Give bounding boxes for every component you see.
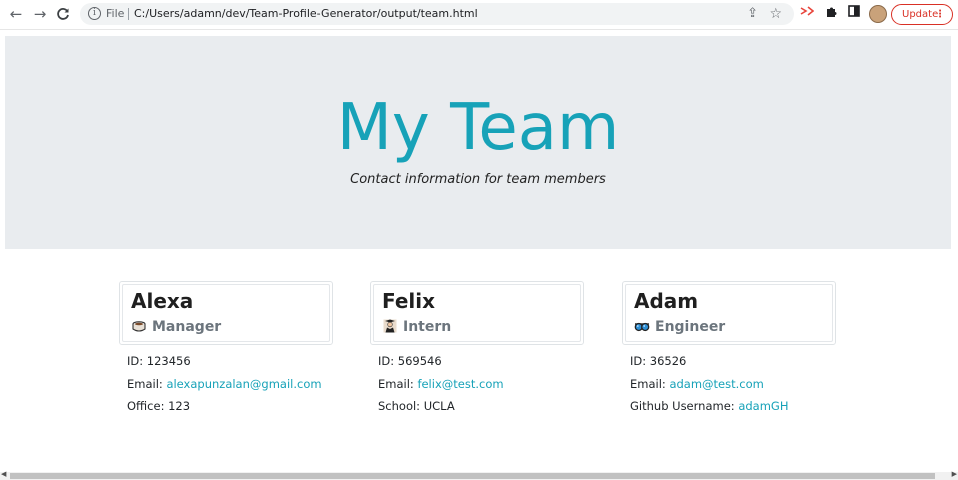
extension-icon[interactable] (798, 5, 816, 23)
scroll-right-arrow-icon[interactable]: ▶ (952, 470, 957, 478)
page-title: My Team (336, 91, 620, 165)
member-email-link[interactable]: adam@test.com (669, 377, 763, 391)
member-role: Engineer (634, 317, 832, 337)
member-name: Felix (382, 289, 436, 313)
member-github-row: Github Username: adamGH (630, 395, 836, 418)
page-subtitle: Contact information for team members (350, 172, 606, 187)
github-label: Github Username: (630, 399, 739, 413)
email-label: Email: (378, 376, 418, 391)
browser-toolbar: ← → i File C:/Users/adamn/dev/Team-Profi… (0, 0, 958, 30)
back-icon[interactable]: ← (6, 4, 26, 24)
school-label: School: (378, 399, 424, 413)
address-bar[interactable]: i File C:/Users/adamn/dev/Team-Profile-G… (80, 3, 794, 25)
member-email-link[interactable]: alexapunzalan@gmail.com (166, 377, 321, 391)
side-panel-glyph (848, 5, 860, 17)
more-menu-icon[interactable]: ⋮ (935, 5, 945, 24)
card-header: Adam Engineer (622, 281, 836, 345)
file-scheme-label: File (106, 7, 125, 20)
email-label: Email: (630, 376, 670, 391)
office-label: Office: (127, 399, 169, 413)
puzzle-glyph (826, 7, 836, 17)
card-details: ID: 569546 Email: felix@test.com School:… (370, 345, 584, 418)
member-role-label: Intern (403, 319, 452, 335)
card-details: ID: 123456 Email: alexapunzalan@gmail.co… (119, 345, 333, 418)
forward-icon[interactable]: → (30, 4, 50, 24)
extension-glyph (800, 6, 815, 16)
member-id-row: ID: 123456 (127, 350, 333, 373)
update-button[interactable]: Update ⋮ (891, 4, 953, 25)
reload-arrow-glyph (57, 8, 69, 20)
id-label: ID: (378, 354, 398, 368)
member-office-row: Office: 123 (127, 395, 333, 418)
member-name: Adam (634, 289, 699, 313)
info-icon[interactable]: i (88, 7, 101, 20)
side-panel-icon[interactable] (845, 5, 863, 23)
scroll-left-arrow-icon[interactable]: ◀ (1, 470, 6, 478)
member-school: UCLA (423, 399, 455, 413)
student-icon (383, 319, 397, 333)
team-member-card-intern: Felix Intern ID: 569546 Email: felix@tes… (370, 281, 584, 418)
team-member-card-engineer: Adam Engineer ID: 36526 Email: adam@test… (622, 281, 836, 418)
member-github-link[interactable]: adamGH (738, 399, 788, 413)
reload-icon[interactable] (53, 4, 73, 24)
member-id: 569546 (397, 354, 442, 368)
member-office: 123 (168, 399, 191, 413)
member-role-label: Manager (152, 319, 222, 335)
address-separator (128, 8, 129, 20)
url-text[interactable]: C:/Users/adamn/dev/Team-Profile-Generato… (134, 3, 478, 25)
member-email-row: Email: felix@test.com (378, 373, 584, 396)
card-details: ID: 36526 Email: adam@test.com Github Us… (622, 345, 836, 418)
puzzle-piece-icon[interactable] (822, 5, 840, 23)
header-jumbotron: My Team Contact information for team mem… (5, 36, 951, 249)
update-label: Update (902, 9, 939, 20)
member-school-row: School: UCLA (378, 395, 584, 418)
member-role: Intern (382, 317, 580, 337)
card-header: Alexa Manager (119, 281, 333, 345)
member-id: 36526 (649, 354, 687, 368)
team-member-card-manager: Alexa Manager ID: 123456 Email: alexapun… (119, 281, 333, 418)
member-email-link[interactable]: felix@test.com (417, 377, 503, 391)
email-label: Email: (127, 376, 167, 391)
member-role-label: Engineer (655, 319, 726, 335)
member-email-row: Email: alexapunzalan@gmail.com (127, 373, 333, 396)
member-role: Manager (131, 317, 329, 337)
card-header: Felix Intern (370, 281, 584, 345)
share-icon[interactable]: ⇪ (747, 3, 758, 25)
id-label: ID: (630, 354, 650, 368)
member-id: 123456 (146, 354, 191, 368)
coffee-mug-icon (132, 321, 146, 332)
scrollbar-thumb[interactable] (10, 473, 935, 479)
member-email-row: Email: adam@test.com (630, 373, 836, 396)
horizontal-scrollbar[interactable]: ◀ ▶ (0, 470, 958, 480)
id-label: ID: (127, 354, 147, 368)
member-id-row: ID: 36526 (630, 350, 836, 373)
member-name: Alexa (131, 289, 194, 313)
bookmark-star-icon[interactable]: ☆ (769, 3, 782, 25)
goggles-icon (634, 322, 650, 332)
profile-avatar[interactable] (869, 5, 887, 23)
member-id-row: ID: 569546 (378, 350, 584, 373)
